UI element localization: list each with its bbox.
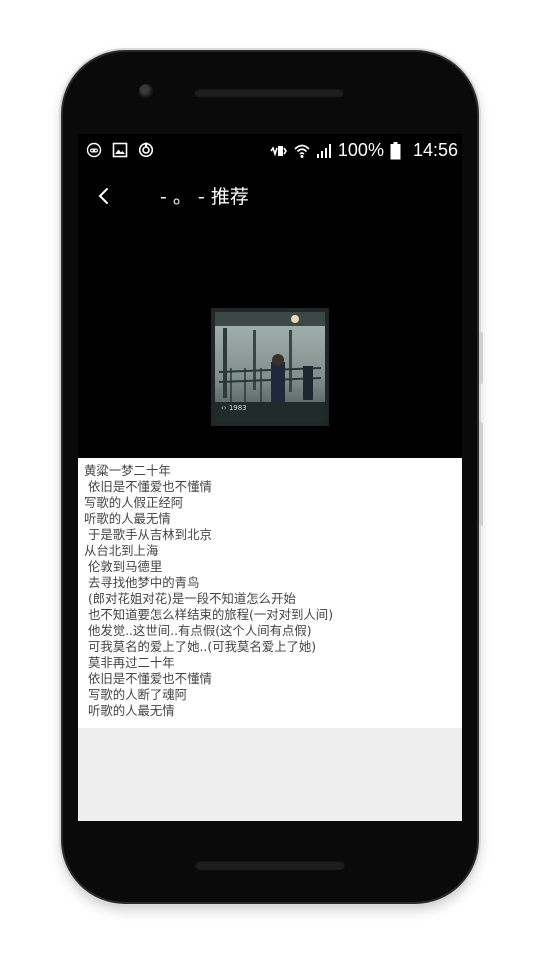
lyric-line: 写歌的人断了魂阿 [84,687,188,702]
lyric-line: 从台北到上海 [84,543,159,558]
vibrate-icon [270,145,287,157]
lyric-line: (郎对花姐对花)是一段不知道怎么开始 [84,591,296,606]
lyric-line: 依旧是不懂爱也不懂情 [84,479,212,494]
battery-icon [390,141,401,159]
phone-frame: 100% 14:56 - 。 - 推荐 ‹› 1983 黄粱一梦二十年 依旧是不… [63,52,483,902]
lyric-line: 写歌的人假正经阿 [84,495,184,510]
svg-text:‹› 1983: ‹› 1983 [221,404,247,412]
lyric-line: 他发觉..这世间..有点假(这个人间有点假) [84,623,312,638]
lyrics-panel: 黄粱一梦二十年 依旧是不懂爱也不懂情 写歌的人假正经阿 听歌的人最无情 于是歌手… [78,458,462,728]
lyric-line: 听歌的人最无情 [84,703,175,718]
clock: 14:56 [412,140,458,160]
toolbar: - 。 - 推荐 [78,170,462,222]
volume-button [479,422,483,526]
back-button[interactable] [94,184,114,208]
app-screen: 100% 14:56 - 。 - 推荐 ‹› 1983 黄粱一梦二十年 依旧是不… [78,134,462,821]
lyric-line: 黄粱一梦二十年 [84,463,171,478]
lyric-line: 伦敦到马德里 [84,559,163,574]
image-icon [112,142,128,158]
lyric-line: 听歌的人最无情 [84,511,171,526]
front-camera [139,84,153,98]
signal-icon [316,143,331,158]
power-button [479,332,483,384]
empty-content-area [78,728,462,821]
page-title: - 。 - 推荐 [160,186,249,208]
lyric-line: 去寻找他梦中的青鸟 [84,575,200,590]
bottom-speaker [195,860,345,870]
sync-icon [138,142,154,158]
battery-percent: 100% [337,140,384,160]
lyric-line: 依旧是不懂爱也不懂情 [84,671,212,686]
album-cover[interactable]: ‹› 1983 [211,308,329,426]
status-right-icons: 100% 14:56 [270,140,458,161]
status-bar: 100% 14:56 [78,134,462,170]
wifi-icon [294,144,310,158]
game-controller-icon [86,142,102,158]
status-left-icons [86,142,154,158]
lyric-line: 可我莫名的爱上了她..(可我莫名爱上了她) [84,639,317,654]
earpiece-speaker [194,88,344,97]
lyric-line: 也不知道要怎么样结束的旅程(一对对到人间) [84,607,334,622]
lyric-line: 于是歌手从吉林到北京 [84,527,212,542]
album-cover-image: ‹› 1983 [211,308,329,426]
lyric-line: 莫非再过二十年 [84,655,175,670]
